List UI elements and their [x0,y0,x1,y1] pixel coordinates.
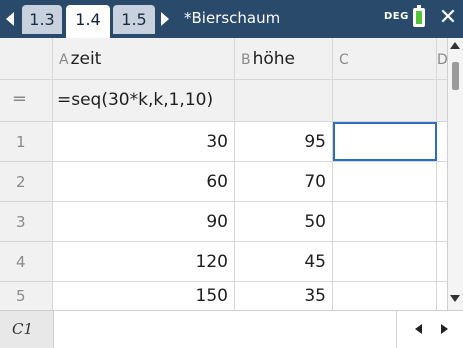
column-name-a: zeit [70,49,102,69]
table-row: 2 60 70 [0,162,447,202]
column-header-a[interactable]: Azeit [53,38,235,79]
spreadsheet-grid: Azeit Bhöhe C D ═ =seq(30*k,k,1,10) 1 30… [0,38,448,310]
column-letter-c: C [339,52,349,68]
battery-level-fill [416,11,422,24]
cell-entry-bar: C1 [0,310,463,348]
cell-b2[interactable]: 70 [235,162,333,201]
formula-row-marker[interactable]: ═ [0,80,53,121]
cell-c4[interactable] [333,242,437,281]
column-letter-a: A [59,52,69,68]
formula-cell-b[interactable] [235,80,333,121]
column-letter-b: B [241,52,251,68]
corner-cell[interactable] [0,38,53,79]
angle-mode-indicator: DEG [384,11,409,22]
cell-b4[interactable]: 45 [235,242,333,281]
column-header-row: Azeit Bhöhe C D [0,38,448,80]
battery-icon [413,5,425,27]
cell-c3[interactable] [333,202,437,241]
cell-d2[interactable] [437,162,447,201]
table-row: 5 150 35 [0,282,447,310]
column-header-d[interactable]: D [437,38,448,79]
cell-b1[interactable]: 95 [235,122,333,161]
scrollbar-thumb[interactable] [452,62,459,90]
cell-d5[interactable] [437,282,447,310]
cell-navigation [396,311,463,348]
column-header-b[interactable]: Bhöhe [235,38,333,79]
cell-reference-label: C1 [0,311,54,348]
tab-page-1-3[interactable]: 1.3 [22,5,62,34]
document-title: *Bierschaum [184,9,281,27]
next-page-arrow-icon[interactable] [161,12,169,26]
cell-b5[interactable]: 35 [235,282,333,310]
formula-cell-d[interactable] [437,80,447,121]
equals-icon: ═ [14,89,25,110]
formula-cell-a[interactable]: =seq(30*k,k,1,10) [53,80,235,121]
row-number[interactable]: 5 [0,282,53,310]
navigate-right-icon[interactable] [441,324,448,334]
table-row: 4 120 45 [0,242,447,282]
cell-d3[interactable] [437,202,447,241]
row-number[interactable]: 1 [0,122,53,161]
cell-a3[interactable]: 90 [53,202,235,241]
tab-page-1-4[interactable]: 1.4 [66,5,110,38]
column-name-b: höhe [252,49,296,69]
close-icon[interactable]: ✕ [436,6,460,30]
title-bar: 1.3 1.4 1.5 *Bierschaum DEG ✕ [0,0,463,38]
tab-page-1-5[interactable]: 1.5 [113,5,155,34]
row-number[interactable]: 4 [0,242,53,281]
cell-c2[interactable] [333,162,437,201]
scroll-up-arrow-icon[interactable] [450,42,460,49]
column-a-formula: =seq(30*k,k,1,10) [57,90,214,110]
formula-cell-c[interactable] [333,80,437,121]
vertical-scrollbar[interactable] [447,38,463,310]
cell-a1[interactable]: 30 [53,122,235,161]
formula-row: ═ =seq(30*k,k,1,10) [0,80,447,122]
row-number[interactable]: 2 [0,162,53,201]
table-row: 1 30 95 [0,122,447,162]
cell-a5[interactable]: 150 [53,282,235,310]
cell-d1[interactable] [437,122,447,161]
cell-a2[interactable]: 60 [53,162,235,201]
row-number[interactable]: 3 [0,202,53,241]
cell-c1-selected[interactable] [333,122,437,161]
previous-page-arrow-icon[interactable] [6,12,14,26]
column-header-c[interactable]: C [333,38,437,79]
scroll-down-arrow-icon[interactable] [450,295,460,302]
cell-b3[interactable]: 50 [235,202,333,241]
table-row: 3 90 50 [0,202,447,242]
cell-entry-input[interactable] [54,311,396,348]
cell-d4[interactable] [437,242,447,281]
cell-a4[interactable]: 120 [53,242,235,281]
navigate-left-icon[interactable] [415,324,422,334]
cell-c5[interactable] [333,282,437,310]
